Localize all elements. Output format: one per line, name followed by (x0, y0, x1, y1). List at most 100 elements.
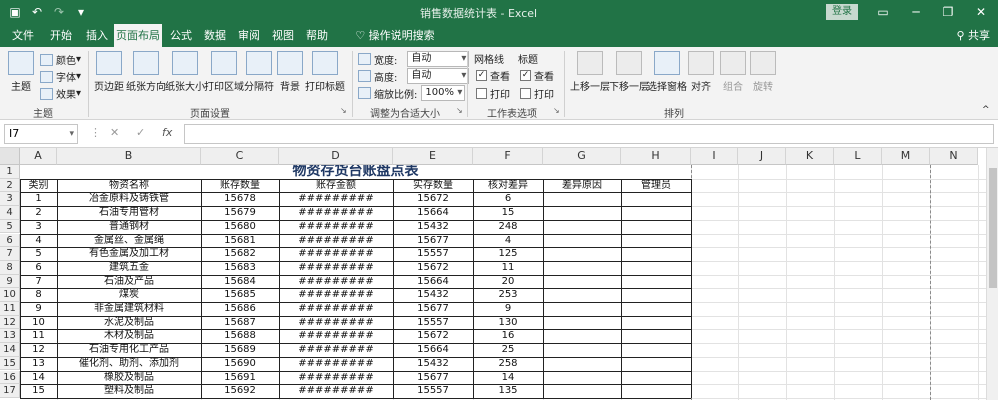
table-cell[interactable]: 6 (473, 192, 543, 206)
tab-help[interactable]: 帮助 (300, 24, 334, 47)
enter-icon[interactable]: ✓ (136, 126, 145, 139)
table-cell[interactable] (543, 302, 621, 316)
table-cell[interactable]: ######### (279, 288, 393, 302)
table-cell[interactable]: ######### (279, 302, 393, 316)
table-header-cell[interactable]: 差异原因 (543, 179, 621, 193)
table-cell[interactable]: ######### (279, 234, 393, 248)
table-cell[interactable] (621, 288, 691, 302)
table-cell[interactable]: 8 (20, 288, 57, 302)
row-header[interactable]: 6 (0, 233, 20, 248)
table-header-cell[interactable]: 物资名称 (57, 179, 201, 193)
row-header[interactable]: 11 (0, 302, 20, 316)
print-area-button[interactable]: 打印区域 (204, 51, 244, 93)
effects-button[interactable]: 效果 ▾ (40, 86, 81, 101)
row-header[interactable]: 8 (0, 260, 20, 275)
table-cell[interactable]: 橡胶及制品 (57, 371, 201, 385)
column-header[interactable]: B (57, 148, 201, 165)
table-cell[interactable]: 130 (473, 316, 543, 330)
tab-home[interactable]: 开始 (44, 24, 78, 47)
table-cell[interactable]: 4 (473, 234, 543, 248)
table-cell[interactable] (621, 371, 691, 385)
table-cell[interactable]: 15688 (201, 329, 279, 343)
table-header-cell[interactable]: 类别 (20, 179, 57, 193)
column-header[interactable]: J (738, 148, 786, 165)
table-cell[interactable] (543, 343, 621, 357)
close-icon[interactable]: ✕ (971, 2, 991, 22)
row-header[interactable]: 1 (0, 165, 20, 179)
scrollbar-thumb[interactable] (989, 168, 997, 288)
table-cell[interactable]: 13 (20, 357, 57, 371)
table-cell[interactable]: 14 (20, 371, 57, 385)
row-header[interactable]: 3 (0, 192, 20, 207)
table-cell[interactable] (543, 220, 621, 234)
customize-qat-icon[interactable]: ▾ (72, 3, 90, 21)
row-header[interactable]: 5 (0, 219, 20, 234)
table-cell[interactable]: 15677 (393, 234, 473, 248)
table-cell[interactable]: 15664 (393, 275, 473, 289)
tab-insert[interactable]: 插入 (80, 24, 114, 47)
table-cell[interactable] (621, 206, 691, 220)
tab-view[interactable]: 视图 (266, 24, 300, 47)
table-cell[interactable]: ######### (279, 384, 393, 398)
name-box[interactable]: I7 (4, 124, 78, 144)
table-cell[interactable]: 9 (20, 302, 57, 316)
table-cell[interactable]: 15687 (201, 316, 279, 330)
table-cell[interactable] (621, 302, 691, 316)
table-cell[interactable]: ######### (279, 220, 393, 234)
table-cell[interactable]: 15677 (393, 302, 473, 316)
table-cell[interactable] (543, 275, 621, 289)
table-cell[interactable]: 6 (20, 261, 57, 275)
table-cell[interactable] (621, 192, 691, 206)
table-cell[interactable] (621, 261, 691, 275)
table-cell[interactable]: 15672 (393, 192, 473, 206)
table-cell[interactable]: ######### (279, 206, 393, 220)
table-cell[interactable]: 15683 (201, 261, 279, 275)
table-cell[interactable]: 木材及制品 (57, 329, 201, 343)
table-cell[interactable]: 25 (473, 343, 543, 357)
rotate-button[interactable]: 旋转 (750, 51, 776, 93)
table-cell[interactable] (543, 192, 621, 206)
row-header[interactable]: 16 (0, 370, 20, 385)
table-cell[interactable]: 15432 (393, 357, 473, 371)
table-header-cell[interactable]: 账存数量 (201, 179, 279, 193)
table-header-cell[interactable]: 实存数量 (393, 179, 473, 193)
table-cell[interactable]: 非金属建筑材料 (57, 302, 201, 316)
table-cell[interactable]: ######### (279, 371, 393, 385)
print-titles-button[interactable]: 打印标题 (305, 51, 345, 93)
selection-pane-button[interactable]: 选择窗格 (647, 51, 687, 93)
table-cell[interactable] (621, 329, 691, 343)
table-cell[interactable] (621, 316, 691, 330)
table-cell[interactable]: 15682 (201, 247, 279, 261)
width-select[interactable]: 自动 (407, 51, 470, 67)
table-cell[interactable]: 煤炭 (57, 288, 201, 302)
column-header[interactable]: I (691, 148, 738, 165)
send-backward-button[interactable]: 下移一层 (609, 51, 649, 93)
column-header[interactable]: M (882, 148, 930, 165)
login-button[interactable]: 登录 (826, 4, 858, 20)
cancel-icon[interactable]: ✕ (110, 126, 119, 139)
table-cell[interactable]: 15432 (393, 220, 473, 234)
table-cell[interactable]: 15664 (393, 206, 473, 220)
table-header-cell[interactable]: 核对差异 (473, 179, 543, 193)
headings-view-checkbox[interactable]: ✓ 查看 (520, 68, 554, 83)
row-header[interactable]: 14 (0, 343, 20, 357)
table-cell[interactable]: 11 (473, 261, 543, 275)
table-cell[interactable] (621, 357, 691, 371)
table-cell[interactable]: 3 (20, 220, 57, 234)
breaks-button[interactable]: 分隔符 (244, 51, 274, 93)
table-cell[interactable]: 15684 (201, 275, 279, 289)
table-cell[interactable]: 7 (20, 275, 57, 289)
table-cell[interactable]: 15557 (393, 316, 473, 330)
table-cell[interactable] (543, 357, 621, 371)
table-cell[interactable] (543, 384, 621, 398)
table-header-cell[interactable]: 账存金额 (279, 179, 393, 193)
bring-forward-button[interactable]: 上移一层 (570, 51, 610, 93)
restore-icon[interactable]: ❐ (938, 2, 958, 22)
table-cell[interactable]: 15679 (201, 206, 279, 220)
table-cell[interactable]: 水泥及制品 (57, 316, 201, 330)
table-cell[interactable]: 14 (473, 371, 543, 385)
column-header[interactable]: K (786, 148, 834, 165)
page-setup-launcher-icon[interactable]: ↘ (340, 106, 347, 115)
table-cell[interactable]: 15 (473, 206, 543, 220)
table-cell[interactable] (543, 247, 621, 261)
